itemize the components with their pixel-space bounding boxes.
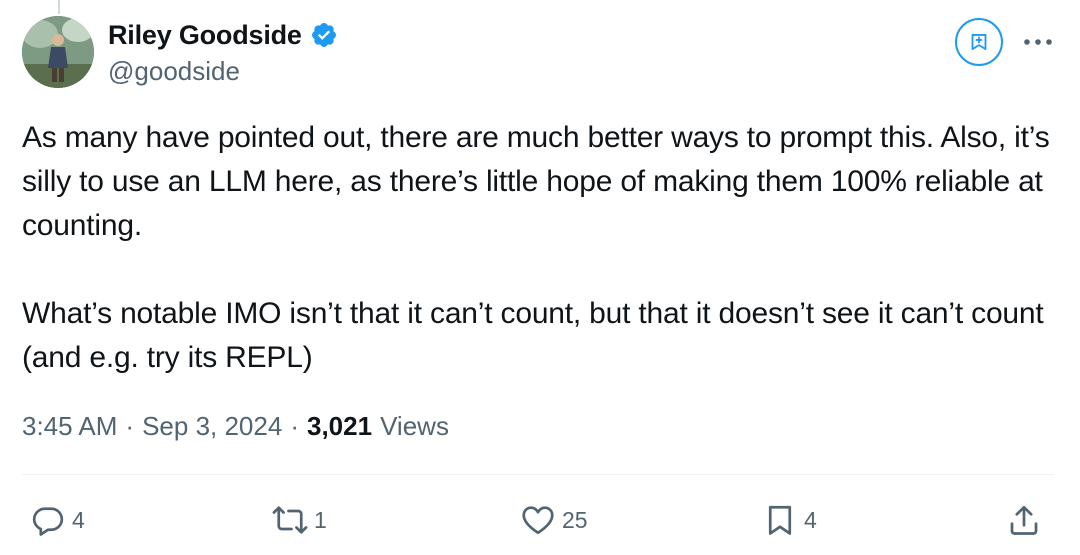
tweet-paragraph: As many have pointed out, there are much… — [22, 121, 1050, 242]
reply-icon — [32, 507, 64, 536]
tweet-text: As many have pointed out, there are much… — [22, 116, 1052, 380]
reply-button[interactable]: 4 — [30, 498, 85, 542]
thread-connector-line — [58, 0, 60, 14]
share-button[interactable] — [1006, 498, 1042, 542]
tweet-time[interactable]: 3:45 AM — [22, 411, 117, 442]
tweet-meta: 3:45 AM · Sep 3, 2024 · 3,021 Views — [22, 406, 449, 446]
grok-icon — [971, 34, 987, 50]
author-name-row: Riley Goodside — [108, 18, 338, 52]
grok-button[interactable] — [955, 18, 1003, 66]
more-options-button[interactable] — [1018, 24, 1058, 60]
bookmark-count: 4 — [804, 506, 817, 533]
meta-separator: · — [290, 410, 299, 441]
views-label: Views — [380, 410, 449, 441]
repost-icon — [272, 506, 308, 534]
repost-button[interactable]: 1 — [272, 498, 327, 542]
like-button[interactable]: 25 — [520, 498, 588, 542]
more-icon — [1024, 39, 1052, 45]
tweet-date[interactable]: Sep 3, 2024 — [142, 411, 282, 442]
heart-icon — [522, 506, 554, 535]
meta-separator: · — [125, 410, 135, 441]
repost-count: 1 — [314, 506, 327, 533]
views-count: 3,021 — [306, 410, 373, 441]
tweet-paragraph: What’s notable IMO isn’t that it can’t c… — [22, 297, 1044, 374]
avatar-photo-icon — [22, 16, 94, 88]
share-icon — [1010, 505, 1038, 535]
verified-badge-icon[interactable] — [310, 21, 338, 49]
bookmark-icon — [768, 505, 792, 535]
bookmark-button[interactable]: 4 — [762, 498, 817, 542]
author-display-name[interactable]: Riley Goodside — [108, 20, 302, 51]
like-count: 25 — [562, 506, 588, 533]
divider — [22, 474, 1054, 475]
avatar[interactable] — [22, 16, 94, 88]
reply-count: 4 — [72, 506, 85, 533]
author-handle[interactable]: @goodside — [108, 56, 240, 87]
